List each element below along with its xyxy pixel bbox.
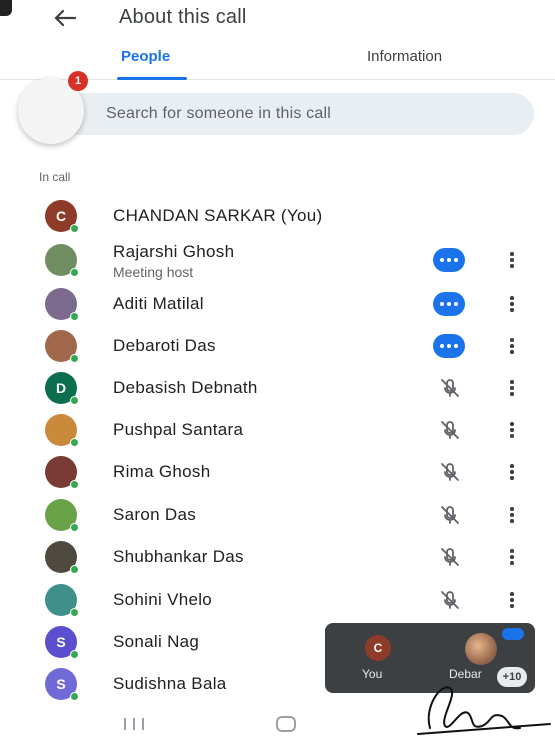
participant-name: Sohini Vhelo [113,590,213,609]
tab-information[interactable]: Information [367,48,442,65]
participant-row[interactable]: Rima Ghosh [0,452,555,492]
back-button[interactable] [48,2,82,34]
online-status-dot [70,268,79,277]
online-status-dot [70,608,79,617]
active-tab-indicator [117,77,187,80]
participant-role: Meeting host [113,264,194,280]
avatar [45,541,79,574]
section-label-in-call: In call [39,170,71,184]
participant-name: Debasish Debnath [113,378,258,397]
participant-name: Pushpal Santara [113,420,244,439]
more-options-icon[interactable] [502,503,522,527]
tile-avatar-participant [465,633,497,665]
participant-name: CHANDAN SARKAR (You) [113,206,323,225]
avatar [45,330,79,363]
more-options-icon[interactable] [502,292,522,316]
participant-name: Rajarshi Ghosh [113,242,235,261]
more-options-icon[interactable] [502,545,522,569]
mic-off-icon[interactable] [439,377,461,399]
mic-off-icon[interactable] [439,461,461,483]
more-options-icon[interactable] [502,588,522,612]
avatar: C [45,200,79,233]
tile-label-you: You [362,667,383,681]
speaking-indicator-icon [433,248,465,272]
avatar [45,456,79,489]
participant-name: Sonali Nag [113,632,200,651]
participant-row[interactable]: Aditi Matilal [0,284,555,324]
home-icon[interactable] [276,716,296,732]
avatar: S [45,626,79,659]
participant-row[interactable]: D Debasish Debnath [0,368,555,408]
avatar [45,584,79,617]
avatar [45,288,79,321]
more-options-icon[interactable] [502,248,522,272]
participant-name: Rima Ghosh [113,462,211,481]
notification-badge: 1 [68,71,88,91]
participant-row[interactable]: Shubhankar Das [0,537,555,577]
mic-off-icon[interactable] [439,419,461,441]
more-options-icon[interactable] [502,376,522,400]
participant-name: Saron Das [113,505,197,524]
more-options-icon[interactable] [502,418,522,442]
participant-name: Debaroti Das [113,336,216,355]
avatar: D [45,372,79,405]
tab-people[interactable]: People [121,48,170,65]
online-status-dot [70,224,79,233]
speaking-indicator-icon [433,292,465,316]
search-field[interactable]: Search for someone in this call [28,93,534,135]
online-status-dot [70,438,79,447]
participant-name: Shubhankar Das [113,547,244,566]
participant-name: Sudishna Bala [113,674,227,693]
avatar [45,244,79,277]
search-placeholder: Search for someone in this call [106,105,331,122]
participant-row[interactable]: Rajarshi Ghosh Meeting host [0,240,555,280]
mic-off-icon[interactable] [439,546,461,568]
mic-off-icon[interactable] [439,589,461,611]
tile-avatar-you: C [365,635,391,661]
more-options-icon[interactable] [502,334,522,358]
participant-row[interactable]: Debaroti Das [0,326,555,366]
avatar: S [45,668,79,701]
online-status-dot [70,523,79,532]
page-title: About this call [119,6,247,28]
online-status-dot [70,565,79,574]
online-status-dot [70,480,79,489]
avatar [45,499,79,532]
more-options-icon[interactable] [502,460,522,484]
online-status-dot [70,396,79,405]
app-header: About this call [0,0,555,40]
mic-off-icon[interactable] [439,504,461,526]
tile-audio-indicator-icon [502,628,524,640]
participant-row[interactable]: Sohini Vhelo [0,580,555,620]
participant-name: Aditi Matilal [113,294,204,313]
speaking-indicator-icon [433,334,465,358]
system-nav-bar [0,708,555,740]
participant-row[interactable]: Saron Das [0,495,555,535]
participant-row[interactable]: C CHANDAN SARKAR (You) [0,196,555,236]
participant-row[interactable]: Pushpal Santara [0,410,555,450]
online-status-dot [70,650,79,659]
online-status-dot [70,312,79,321]
online-status-dot [70,692,79,701]
online-status-dot [70,354,79,363]
avatar [45,414,79,447]
arrow-back-icon [54,9,76,27]
recent-apps-icon[interactable] [124,718,144,732]
